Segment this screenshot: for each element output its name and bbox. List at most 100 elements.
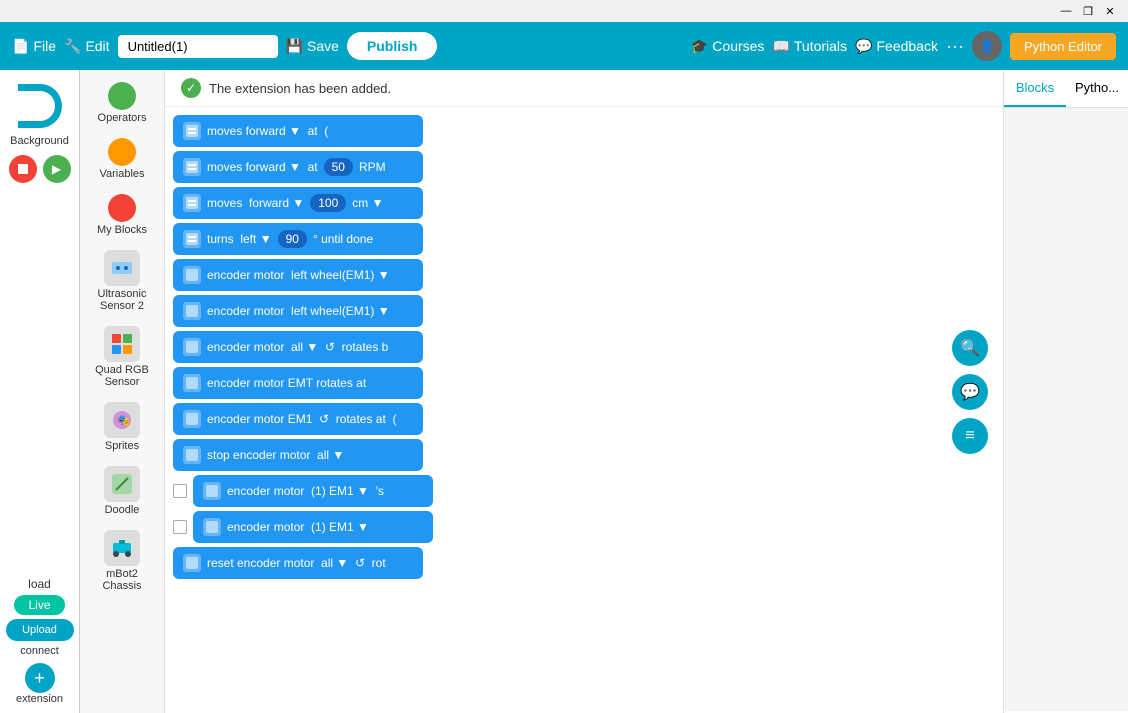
block-text: encoder motor (1) EM1 ▼ [227,520,369,534]
tab-blocks[interactable]: Blocks [1004,70,1066,107]
block-row: encoder motor left wheel(EM1) ▼ [173,259,1120,291]
tab-content-area [1004,108,1128,711]
block-value-100[interactable]: 100 [310,194,346,212]
comment-icon: 💬 [960,382,980,402]
block-checkbox-12[interactable] [173,520,187,534]
main-layout: Background ▶ load Live Upload connect + … [0,70,1128,713]
sidebar-item-sprites[interactable]: 🎭 Sprites [86,398,158,456]
block-value-50[interactable]: 50 [324,158,353,176]
feedback-label: Feedback [876,38,937,54]
block-row: moves forward ▼ 100 cm ▼ [173,187,1120,219]
search-floating-button[interactable]: 🔍 [952,330,988,366]
block-value-90[interactable]: 90 [278,230,307,248]
search-icon: 🔍 [960,338,980,358]
motion-icon [183,410,201,428]
block-text: encoder motor left wheel(EM1) ▼ [207,304,390,318]
courses-icon: 🎓 [691,38,708,55]
block-encoder-motor-lw2[interactable]: encoder motor left wheel(EM1) ▼ [173,295,423,327]
sidebar-item-my-blocks[interactable]: My Blocks [86,190,158,240]
block-encoder-motor-emt[interactable]: encoder motor EMT rotates at [173,367,423,399]
play-button[interactable]: ▶ [43,155,71,183]
sidebar-item-variables[interactable]: Variables [86,134,158,184]
nav-edit-menu[interactable]: 🔧 Edit [64,38,110,55]
blocks-workspace: ✓ The extension has been added. moves fo… [165,70,1128,713]
block-encoder-motor-lw1[interactable]: encoder motor left wheel(EM1) ▼ [173,259,423,291]
extension-button[interactable]: + extension [16,663,63,705]
block-row: reset encoder motor all ▼ ↺ rot [173,547,1120,579]
block-stop-encoder-motor[interactable]: stop encoder motor all ▼ [173,439,423,471]
load-button[interactable]: load [28,577,51,591]
block-text: encoder motor EM1 ↺ rotates at ( [207,412,396,426]
block-encoder-motor-em1-rotates[interactable]: encoder motor EM1 ↺ rotates at ( [173,403,423,435]
background-label: Background [10,135,69,147]
floating-action-buttons: 🔍 💬 ≡ [952,330,988,454]
block-moves-forward-rpm[interactable]: moves forward ▼ at 50 RPM [173,151,423,183]
block-text-part2: cm ▼ [352,196,383,210]
block-row: moves forward ▼ at 50 RPM [173,151,1120,183]
tab-python[interactable]: Pytho... [1066,70,1128,107]
publish-button[interactable]: Publish [347,32,438,60]
doodle-icon [104,466,140,502]
motion-icon [183,122,201,140]
quad-rgb-label: Quad RGB Sensor [90,364,154,388]
menu-icon: ≡ [965,427,974,445]
nav-file-menu[interactable]: 📄 File [12,38,56,55]
doodle-label: Doodle [105,504,140,516]
sidebar-item-quad-rgb[interactable]: Quad RGB Sensor [86,322,158,392]
nav-courses[interactable]: 🎓 Courses [691,38,765,55]
d-logo [12,78,67,133]
connect-label[interactable]: connect [20,645,59,657]
block-row: encoder motor (1) EM1 ▼ [173,511,1120,543]
motion-icon [203,482,221,500]
sidebar-item-ultrasonic[interactable]: Ultrasonic Sensor 2 [86,246,158,316]
motion-icon [203,518,221,536]
motion-icon [183,158,201,176]
operators-label: Operators [98,112,147,124]
edit-label: Edit [85,38,109,54]
menu-floating-button[interactable]: ≡ [952,418,988,454]
block-reset-encoder-motor[interactable]: reset encoder motor all ▼ ↺ rot [173,547,423,579]
right-panel: Blocks Pytho... [1003,70,1128,713]
motion-icon [183,446,201,464]
extension-plus-icon: + [25,663,55,693]
block-text: moves forward ▼ at ( [207,124,328,138]
quad-rgb-icon [104,326,140,362]
minimize-button[interactable]: — [1056,1,1076,21]
block-text-part1: turns left ▼ [207,232,272,246]
upload-button[interactable]: Upload [6,619,74,641]
block-text-part1: moves forward ▼ [207,196,304,210]
block-encoder-motor-1-em1[interactable]: encoder motor (1) EM1 ▼ [193,511,433,543]
sidebar-item-doodle[interactable]: Doodle [86,462,158,520]
nav-tutorials[interactable]: 📖 Tutorials [772,38,847,55]
restore-button[interactable]: ❐ [1078,1,1098,21]
python-editor-button[interactable]: Python Editor [1010,33,1116,60]
save-icon: 💾 [286,38,303,55]
stop-button[interactable] [9,155,37,183]
block-row: moves forward ▼ at ( [173,115,1120,147]
variables-label: Variables [99,168,144,180]
user-avatar[interactable]: 👤 [972,31,1002,61]
live-button[interactable]: Live [14,595,64,615]
close-button[interactable]: ✕ [1100,1,1120,21]
nav-more-button[interactable]: ··· [946,36,964,57]
ultrasonic-icon [104,250,140,286]
edit-icon: 🔧 [64,38,81,55]
left-section: Background ▶ load Live Upload connect + … [0,70,80,713]
sidebar-item-operators[interactable]: Operators [86,78,158,128]
block-encoder-motor-all-rotates[interactable]: encoder motor all ▼ ↺ rotates b [173,331,423,363]
block-moves-forward-cm[interactable]: moves forward ▼ 100 cm ▼ [173,187,423,219]
feedback-icon: 💬 [855,38,872,55]
block-checkbox-11[interactable] [173,484,187,498]
block-row: turns left ▼ 90 ° until done [173,223,1120,255]
comment-floating-button[interactable]: 💬 [952,374,988,410]
save-label: Save [307,38,339,54]
project-title-input[interactable] [118,35,278,58]
block-encoder-motor-1-em1-s[interactable]: encoder motor (1) EM1 ▼ 's [193,475,433,507]
save-button[interactable]: 💾 Save [286,38,339,55]
my-blocks-label: My Blocks [97,224,147,236]
block-moves-forward-at-partial[interactable]: moves forward ▼ at ( [173,115,423,147]
sidebar-item-mbot2[interactable]: mBot2 Chassis [86,526,158,596]
nav-feedback[interactable]: 💬 Feedback [855,38,938,55]
block-turns-left[interactable]: turns left ▼ 90 ° until done [173,223,423,255]
motion-icon [183,194,201,212]
